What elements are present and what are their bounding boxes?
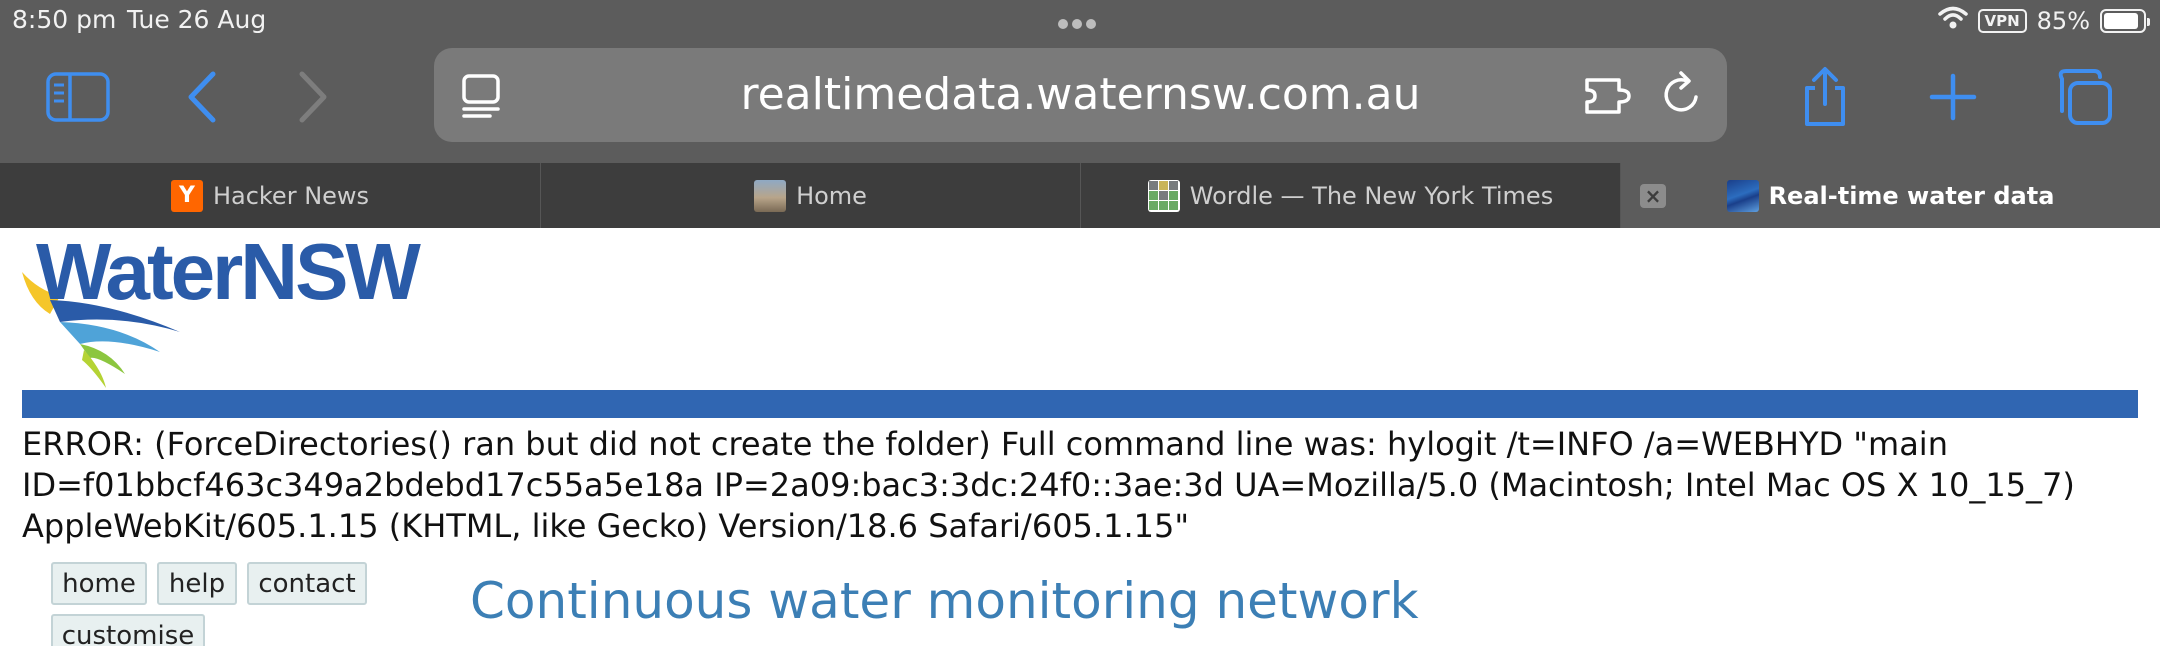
- vpn-badge: VPN: [1977, 9, 2027, 33]
- tab-wordle[interactable]: Wordle — The New York Times: [1081, 163, 1621, 228]
- new-tab-plus-icon[interactable]: [1917, 62, 1989, 132]
- waternsw-logo[interactable]: WaterNSW: [20, 227, 470, 392]
- help-button[interactable]: help: [157, 562, 237, 605]
- waternsw-logo-text: WaterNSW: [36, 227, 421, 316]
- status-indicators: VPN 85%: [1937, 5, 2150, 37]
- browser-chrome: 8:50 pm Tue 26 Aug VPN 85% realtimedata.…: [0, 0, 2160, 163]
- reload-icon[interactable]: [1654, 66, 1710, 122]
- tab-label: Hacker News: [212, 181, 370, 210]
- multitasking-dots-icon[interactable]: [1058, 14, 1102, 29]
- status-time: 8:50 pm: [12, 5, 117, 34]
- header-band: [22, 390, 2138, 418]
- back-icon[interactable]: [165, 62, 237, 132]
- error-message: ERROR: (ForceDirectories() ran but did n…: [22, 425, 2075, 545]
- home-button[interactable]: home: [51, 562, 147, 605]
- battery-percent: 85%: [2036, 7, 2090, 35]
- wifi-icon: [1937, 6, 1968, 36]
- waternsw-favicon-icon: [1726, 179, 1759, 212]
- tab-hacker-news[interactable]: Y Hacker News: [0, 163, 541, 228]
- page-title: Continuous water monitoring network: [470, 572, 1419, 630]
- tab-real-time-water-data[interactable]: Real-time water data: [1621, 163, 2160, 228]
- tab-overview-icon[interactable]: [2048, 62, 2120, 132]
- battery-icon: [2100, 9, 2150, 33]
- share-icon[interactable]: [1789, 62, 1861, 132]
- address-bar[interactable]: realtimedata.waternsw.com.au: [434, 48, 1727, 142]
- home-favicon-icon: [754, 179, 787, 212]
- hacker-news-favicon-icon: Y: [170, 179, 203, 212]
- wordle-favicon-icon: [1147, 179, 1180, 212]
- sidebar-toggle-icon[interactable]: [42, 62, 114, 132]
- status-date: Tue 26 Aug: [127, 5, 267, 34]
- tab-label: Wordle — The New York Times: [1189, 181, 1554, 210]
- url-text[interactable]: realtimedata.waternsw.com.au: [434, 48, 1727, 142]
- tab-close-icon[interactable]: ×: [1640, 184, 1666, 208]
- extension-icon[interactable]: [1578, 68, 1640, 124]
- tab-label: Home: [796, 181, 867, 210]
- tab-bar: Y Hacker News Home Wordle — The New York…: [0, 163, 2160, 228]
- customise-button[interactable]: customise: [51, 614, 205, 646]
- contact-button[interactable]: contact: [247, 562, 367, 605]
- forward-icon[interactable]: [278, 62, 350, 132]
- tab-home[interactable]: Home: [541, 163, 1081, 228]
- tab-label: Real-time water data: [1768, 181, 2055, 210]
